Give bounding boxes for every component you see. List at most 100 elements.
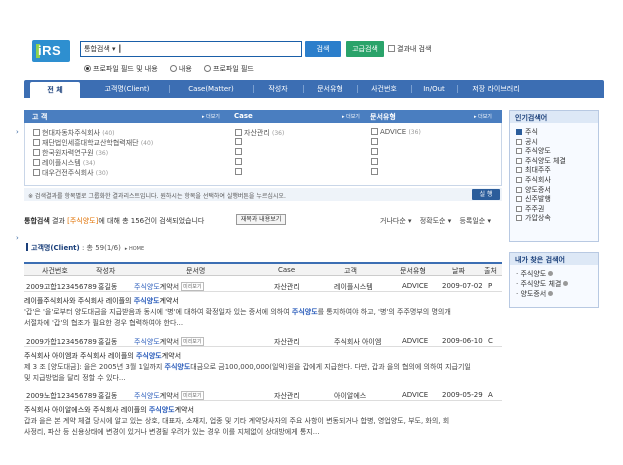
tab-doctype[interactable]: 문서유형: [306, 80, 354, 98]
sort-date[interactable]: 등록일순 ▾: [459, 217, 491, 225]
cell-docname[interactable]: 주식양도계약서 미리보기: [134, 391, 204, 401]
facet-client-item[interactable]: 대우건전주식회사 (30): [33, 168, 153, 178]
preview-button[interactable]: 미리보기: [181, 337, 204, 346]
facet-doctype-item[interactable]: [371, 158, 421, 168]
popular-item[interactable]: 주식: [516, 127, 592, 137]
snippet-line: 서절차에 '갑'의 협조가 필요한 경우 협력하여야 한다...: [24, 319, 184, 327]
tab-case[interactable]: Case(Matter): [172, 80, 250, 98]
th-case-no[interactable]: 사건번호: [42, 266, 68, 276]
tab-in-out[interactable]: In/Out: [414, 80, 454, 98]
scope-radio-profile-content[interactable]: 프로파일 필드 및 내용: [84, 65, 158, 73]
facet-case-item[interactable]: 자산관리 (36): [235, 128, 284, 138]
snippet-title-text: 계약서: [159, 297, 179, 305]
facet-item-label: 현대자동차주식회사: [42, 129, 100, 137]
preview-button[interactable]: 미리보기: [181, 391, 204, 400]
cell-case: 자산관리: [274, 283, 300, 291]
title-content-view-button[interactable]: 재목과 내용보기: [236, 214, 286, 225]
search-input[interactable]: 통합검색 ▾ ┃: [80, 41, 302, 57]
cell-client: 아이알에스: [334, 392, 367, 400]
facet-doctype-item[interactable]: [371, 168, 421, 178]
th-case[interactable]: Case: [278, 266, 295, 274]
search-within-checkbox[interactable]: 결과내 검색: [388, 44, 431, 54]
remove-icon[interactable]: [548, 291, 554, 296]
preview-button[interactable]: 미리보기: [181, 282, 204, 291]
cell-date: 2009-06-10: [442, 337, 483, 345]
tab-all[interactable]: 전 체: [30, 82, 80, 98]
facet-client-item[interactable]: 재단법인세흥대학교산학협력재단 (40): [33, 138, 153, 148]
rank-icon: [516, 205, 522, 212]
search-button[interactable]: 검색: [305, 41, 341, 57]
facet-client-item[interactable]: 한국원자력연구원 (36): [33, 148, 153, 158]
facet-doctype-item[interactable]: ADVICE (36): [371, 128, 421, 138]
summary-keyword: [주식양도]: [67, 217, 99, 225]
facet-client-list: 현대자동차주식회사 (40) 재단법인세흥대학교산학협력재단 (40) 한국원자…: [33, 128, 153, 178]
my-search-item[interactable]: · 주식양도 체결: [516, 279, 592, 289]
table-row[interactable]: 2009고합123456789 홍길동 주식양도계약서 미리보기 자산관리 레이플…: [24, 279, 502, 292]
th-date[interactable]: 날짜: [452, 266, 465, 276]
facet-client-item[interactable]: 레이플시스템 (34): [33, 158, 153, 168]
snippet-title[interactable]: 레이플주식회사와 주식회사 레이플의 주식양도계약서: [24, 296, 502, 307]
home-link[interactable]: ▸ HOME: [125, 246, 144, 252]
expand-arrow-icon[interactable]: ›: [16, 234, 19, 242]
popular-item[interactable]: 주식회사: [516, 175, 592, 185]
popular-item[interactable]: 주식양도 체결: [516, 156, 592, 166]
sort-accuracy[interactable]: 정확도순 ▾: [420, 217, 452, 225]
scope-radio-content[interactable]: 내용: [169, 65, 192, 73]
table-row[interactable]: 2009가합123456789 홍길동 주식양도계약서 미리보기 자산관리 주식회…: [24, 334, 502, 347]
cell-docname[interactable]: 주식양도계약서 미리보기: [134, 337, 204, 347]
th-docname[interactable]: 문서명: [186, 266, 205, 276]
popular-term: 최대주주: [525, 166, 551, 175]
popular-term: 주식양도: [525, 147, 551, 156]
table-row[interactable]: 2009노합123456789 홍길동 주식양도계약서 미리보기 자산관리 아이알…: [24, 388, 502, 401]
result-snippet: 주식회사 아이알에스와 주식회사 레이플의 주식양도계약서 갑과 을은 본 계약…: [24, 405, 502, 438]
th-client[interactable]: 고객: [344, 266, 357, 276]
facet-case-item[interactable]: [235, 138, 284, 148]
facet-client-item[interactable]: 현대자동차주식회사 (40): [33, 128, 153, 138]
scope-radio-profile[interactable]: 프로파일 필드: [204, 65, 254, 73]
popular-item[interactable]: 신주발행: [516, 194, 592, 204]
my-search-item[interactable]: · 주식양도: [516, 269, 592, 279]
facet-case-more[interactable]: ▸ 더보기: [342, 113, 360, 120]
remove-icon[interactable]: [548, 271, 554, 276]
tab-library[interactable]: 저장 라이브러리: [460, 80, 532, 98]
facet-doctype-item[interactable]: [371, 148, 421, 158]
rank-icon: [516, 138, 522, 145]
snippet-title[interactable]: 주식회사 아이엠과 주식회사 레이플의 주식양도계약서: [24, 351, 502, 362]
snippet-title-text: 계약서: [174, 406, 194, 414]
cell-docname[interactable]: 주식양도계약서 미리보기: [134, 282, 204, 292]
facet-case-item[interactable]: [235, 158, 284, 168]
facet-case-item[interactable]: [235, 168, 284, 178]
expand-arrow-icon[interactable]: ›: [16, 128, 19, 136]
result-snippet: 주식회사 아이엠과 주식회사 레이플의 주식양도계약서 제 3 조 [양도대금]…: [24, 351, 502, 384]
th-source[interactable]: 출처: [484, 266, 497, 276]
facet-doctype-item[interactable]: [371, 138, 421, 148]
popular-term: 양도증서: [525, 185, 551, 194]
snippet-title[interactable]: 주식회사 아이알에스와 주식회사 레이플의 주식양도계약서: [24, 405, 502, 416]
facet-doctype-more[interactable]: ▸ 더보기: [474, 113, 492, 120]
popular-item[interactable]: 양도증서: [516, 185, 592, 195]
popular-item[interactable]: 주식양도: [516, 146, 592, 156]
tab-author[interactable]: 작성자: [256, 80, 300, 98]
popular-item[interactable]: 가압상속: [516, 213, 592, 223]
cell-source: P: [488, 282, 493, 290]
popular-item[interactable]: 공시: [516, 137, 592, 147]
section-title-text: 고객명(Client): [31, 244, 80, 252]
tab-client[interactable]: 고객명(Client): [88, 80, 166, 98]
th-author[interactable]: 작성자: [96, 266, 115, 276]
irs-logo[interactable]: iRS: [32, 40, 70, 62]
facet-client-more[interactable]: ▸ 더보기: [202, 113, 220, 120]
radio-icon: [204, 65, 211, 72]
th-doctype[interactable]: 문서유형: [400, 266, 426, 276]
facet-case-item[interactable]: [235, 148, 284, 158]
popular-item[interactable]: 주주권: [516, 204, 592, 214]
my-search-term: 양도증서: [520, 290, 547, 298]
tab-case-no[interactable]: 사건번호: [360, 80, 408, 98]
popular-item[interactable]: 최대주주: [516, 165, 592, 175]
sort-alpha[interactable]: 거나다순 ▾: [380, 217, 412, 225]
remove-icon[interactable]: [563, 281, 569, 286]
run-button[interactable]: 실 행: [472, 189, 500, 200]
cell-source: A: [488, 391, 493, 399]
my-search-item[interactable]: · 양도증서: [516, 289, 592, 299]
facet-item-count: (36): [272, 130, 285, 137]
advanced-search-button[interactable]: 고급검색: [346, 41, 384, 57]
